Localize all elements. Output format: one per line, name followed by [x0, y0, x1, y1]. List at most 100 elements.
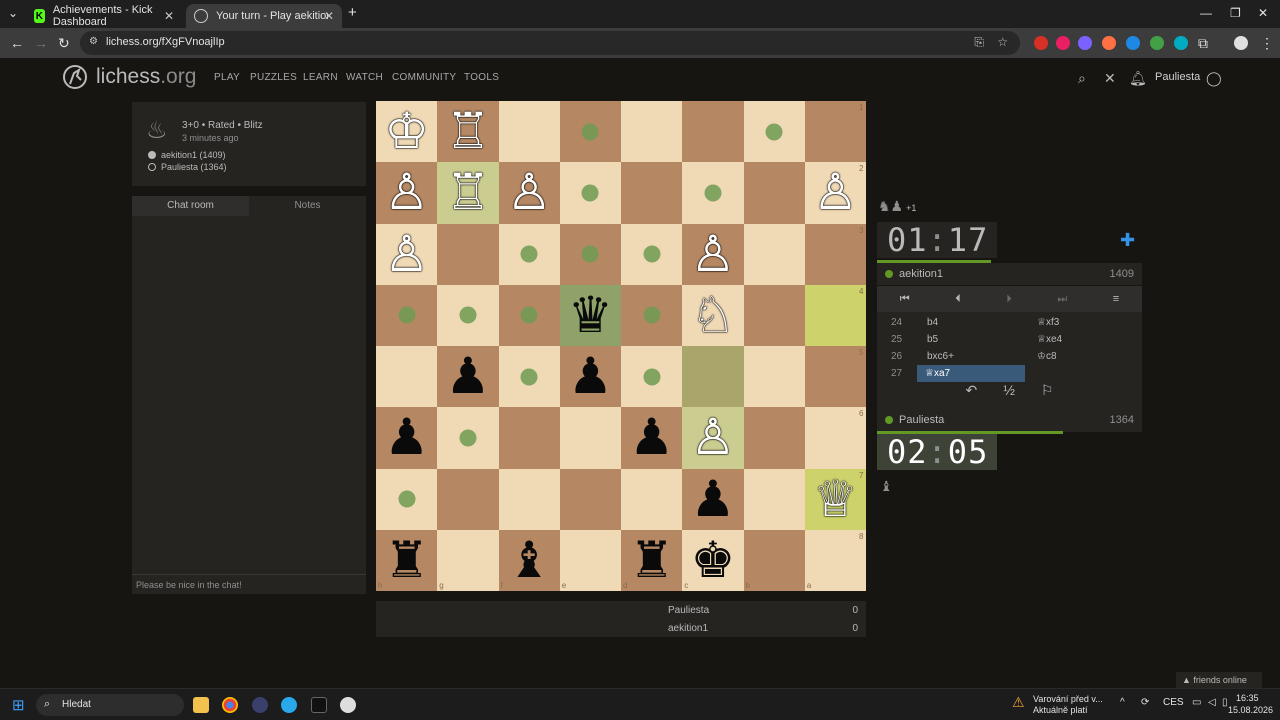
nav-tools[interactable]: TOOLS	[464, 72, 499, 83]
legal-move-dot[interactable]	[459, 306, 477, 324]
black-king[interactable]: ♚	[682, 530, 743, 591]
board-square[interactable]	[621, 162, 683, 224]
board-square[interactable]	[559, 407, 621, 469]
bookmark-star-icon[interactable]: ☆	[997, 35, 1008, 49]
legal-move-dot[interactable]	[643, 368, 661, 386]
nav-play[interactable]: PLAY	[214, 72, 240, 83]
address-bar[interactable]: ⚙ lichess.org/fXgFVnoajlIp ⎘ ☆	[80, 31, 1020, 55]
chrome-icon[interactable]	[222, 697, 238, 713]
black-pawn[interactable]: ♟	[682, 469, 743, 530]
board-square[interactable]	[743, 162, 805, 224]
board-square[interactable]	[743, 468, 805, 530]
black-rook[interactable]: ♜	[621, 530, 682, 591]
white-pawn[interactable]: ♙	[499, 162, 560, 223]
black-pawn[interactable]: ♟	[376, 407, 437, 468]
last-move-icon[interactable]: ⏭	[1057, 293, 1067, 306]
white-rook[interactable]: ♖	[437, 162, 498, 223]
current-move[interactable]: ♕xa7	[917, 365, 1025, 382]
extension-icon[interactable]	[1174, 36, 1188, 50]
extension-icon[interactable]	[1056, 36, 1070, 50]
app-icon[interactable]	[311, 697, 327, 713]
resign-flag-icon[interactable]: ⚐	[1041, 382, 1054, 404]
site-info-icon[interactable]: ⚙	[89, 36, 98, 47]
white-move[interactable]: bxc6+	[917, 351, 1027, 362]
user-menu[interactable]: Pauliesta	[1155, 71, 1200, 83]
white-king[interactable]: ♔	[376, 101, 437, 162]
board-square[interactable]	[804, 407, 866, 469]
board-square[interactable]	[743, 223, 805, 285]
black-move[interactable]: ♕xf3	[1027, 317, 1137, 328]
nav-learn[interactable]: LEARN	[303, 72, 338, 83]
challenge-cross-icon[interactable]: ✕	[1104, 70, 1116, 87]
back-icon[interactable]: ←	[10, 35, 24, 51]
legal-move-dot[interactable]	[459, 429, 477, 447]
tab-notes[interactable]: Notes	[249, 196, 366, 216]
board-square[interactable]	[376, 346, 438, 408]
board-square[interactable]	[743, 346, 805, 408]
prev-move-icon[interactable]: ⏴	[955, 293, 961, 306]
extension-icon[interactable]	[1102, 36, 1116, 50]
new-tab-icon[interactable]: +	[348, 4, 357, 21]
user-avatar-icon[interactable]: ◯	[1206, 70, 1222, 87]
board-square[interactable]	[743, 284, 805, 346]
legal-move-dot[interactable]	[398, 306, 416, 324]
board-square[interactable]	[743, 529, 805, 591]
next-move-icon[interactable]: ⏵	[1006, 293, 1012, 306]
windows-start-icon[interactable]: ⊞	[12, 696, 25, 714]
legal-move-dot[interactable]	[643, 306, 661, 324]
network-icon[interactable]: ▭	[1192, 697, 1201, 708]
board-square[interactable]	[498, 468, 560, 530]
search-icon[interactable]: ⌕	[1078, 70, 1086, 87]
add-time-icon[interactable]: ✚	[1120, 230, 1135, 251]
my-player-row[interactable]: Pauliesta 1364	[877, 409, 1142, 431]
white-queen[interactable]: ♕	[805, 469, 866, 530]
board-square[interactable]	[559, 529, 621, 591]
extensions-puzzle-icon[interactable]: ⧉	[1198, 35, 1208, 52]
telegram-icon[interactable]	[281, 697, 297, 713]
extension-icon[interactable]	[1034, 36, 1048, 50]
minimize-icon[interactable]: —	[1200, 6, 1212, 20]
black-pawn[interactable]: ♟	[437, 346, 498, 407]
legal-move-dot[interactable]	[520, 306, 538, 324]
menu-kebab-icon[interactable]: ⋮	[1260, 35, 1274, 52]
board-square[interactable]	[804, 346, 866, 408]
board-square[interactable]	[682, 101, 744, 163]
tab-chat-room[interactable]: Chat room	[132, 196, 249, 216]
maximize-icon[interactable]: ❐	[1230, 6, 1241, 20]
chat-input[interactable]: Please be nice in the chat!	[132, 574, 366, 594]
app-icon[interactable]	[340, 697, 356, 713]
legal-move-dot[interactable]	[643, 245, 661, 263]
board-square[interactable]	[804, 284, 866, 346]
board-square[interactable]	[437, 223, 499, 285]
file-explorer-icon[interactable]	[193, 697, 209, 713]
board-square[interactable]	[743, 407, 805, 469]
white-pawn[interactable]: ♙	[682, 224, 743, 285]
white-pawn[interactable]: ♙	[682, 407, 743, 468]
board-square[interactable]	[498, 407, 560, 469]
tab-kick-dashboard[interactable]: K Achievements - Kick Dashboard ✕	[26, 4, 182, 28]
close-tab-icon[interactable]: ✕	[324, 9, 334, 23]
white-rook[interactable]: ♖	[437, 101, 498, 162]
board-square[interactable]	[437, 468, 499, 530]
black-move[interactable]: ♕xe4	[1027, 334, 1137, 345]
site-logo[interactable]: lichess.org	[96, 65, 196, 89]
white-move[interactable]: b5	[917, 334, 1027, 345]
nav-community[interactable]: COMMUNITY	[392, 72, 456, 83]
board-square[interactable]	[621, 101, 683, 163]
notification-bell-icon[interactable]: 🔔︎	[1129, 70, 1147, 87]
clock-date[interactable]: 15.08.2026	[1228, 705, 1273, 715]
lichess-knight-logo-icon[interactable]	[62, 64, 88, 90]
legal-move-dot[interactable]	[765, 123, 783, 141]
battery-icon[interactable]: ▯	[1222, 697, 1228, 708]
forward-icon[interactable]: →	[34, 35, 48, 51]
board-square[interactable]	[621, 468, 683, 530]
clock-time[interactable]: 16:35	[1236, 693, 1259, 703]
board-square[interactable]	[804, 529, 866, 591]
white-pawn[interactable]: ♙	[805, 162, 866, 223]
legal-move-dot[interactable]	[581, 245, 599, 263]
legal-move-dot[interactable]	[581, 184, 599, 202]
board-square[interactable]	[437, 529, 499, 591]
takeback-icon[interactable]: ↶	[966, 382, 978, 404]
notice-line-2[interactable]: Aktuálně platí	[1033, 705, 1088, 715]
first-move-icon[interactable]: ⏮	[900, 293, 910, 306]
